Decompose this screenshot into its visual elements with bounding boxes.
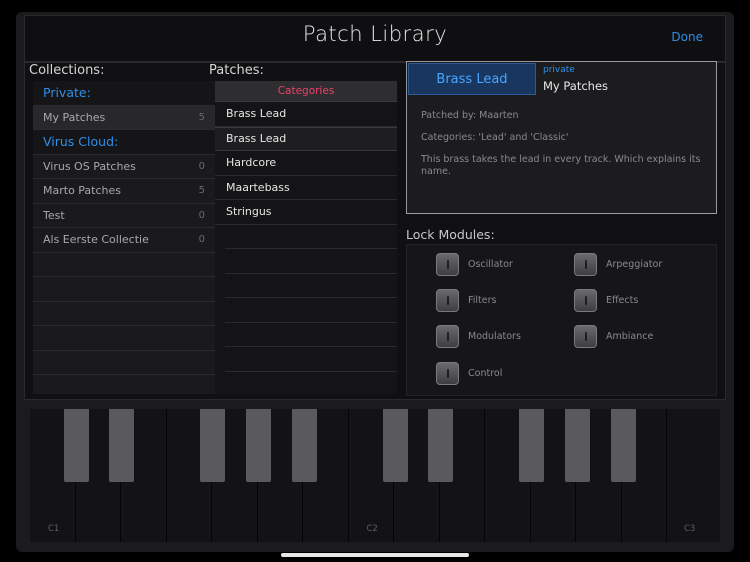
patch-name-button[interactable]: Brass Lead xyxy=(408,63,536,95)
lock-label: Control xyxy=(468,368,503,379)
collections-list: Private: My Patches 5 Virus Cloud: Virus… xyxy=(33,81,215,400)
lock-knob-icon xyxy=(436,362,459,385)
collection-count: 0 xyxy=(198,160,205,172)
collection-item-my-patches[interactable]: My Patches 5 xyxy=(33,105,215,130)
black-key[interactable] xyxy=(246,409,271,482)
visibility-label: private xyxy=(543,65,575,75)
lock-knob-icon xyxy=(436,325,459,348)
patches-heading: Patches: xyxy=(209,63,264,78)
empty-row xyxy=(33,277,215,302)
collection-count: 5 xyxy=(198,185,205,197)
lock-knob-icon xyxy=(436,289,459,312)
collection-item-als-eerste-collectie[interactable]: Als Eerste Collectie 0 xyxy=(33,228,215,253)
lock-label: Ambiance xyxy=(606,331,654,342)
patch-library-window: Patch Library Done Collections: Patches:… xyxy=(16,12,734,552)
piano-keyboard: C1 C2 C3 xyxy=(30,409,720,542)
patch-categories: Categories: 'Lead' and 'Classic' xyxy=(421,132,569,143)
black-key[interactable] xyxy=(611,409,636,482)
patches-list: Categories Brass Lead Brass Lead Hardcor… xyxy=(215,81,397,394)
collection-item-virus-os-patches[interactable]: Virus OS Patches 0 xyxy=(33,155,215,179)
black-key[interactable] xyxy=(565,409,590,482)
collection-count: 0 xyxy=(198,234,205,246)
collection-label: Als Eerste Collectie xyxy=(43,233,149,247)
lock-modules-heading: Lock Modules: xyxy=(406,227,495,242)
patch-description: This brass takes the lead in every track… xyxy=(421,154,701,177)
patch-item-selected[interactable]: Brass Lead xyxy=(215,126,397,151)
black-key[interactable] xyxy=(200,409,225,482)
white-key[interactable]: C3 xyxy=(667,409,720,542)
done-button[interactable]: Done xyxy=(671,30,703,44)
lock-label: Oscillator xyxy=(468,259,513,270)
empty-row xyxy=(33,302,215,326)
collection-label: Marto Patches xyxy=(43,184,122,198)
lock-knob-icon xyxy=(574,253,597,276)
lock-ambiance-toggle[interactable]: Ambiance xyxy=(574,325,653,348)
empty-row xyxy=(225,323,397,347)
empty-row xyxy=(225,274,397,298)
black-key[interactable] xyxy=(383,409,408,482)
note-label-c1: C1 xyxy=(48,524,60,534)
collection-label: Test xyxy=(43,208,65,222)
collection-item-marto-patches[interactable]: Marto Patches 5 xyxy=(33,179,215,204)
lock-knob-icon xyxy=(574,325,597,348)
lock-oscillator-toggle[interactable]: Oscillator xyxy=(436,253,513,276)
patched-by: Patched by: Maarten xyxy=(421,110,519,121)
empty-row xyxy=(33,375,215,400)
black-key[interactable] xyxy=(64,409,89,482)
note-label-c3: C3 xyxy=(684,524,696,534)
lock-effects-toggle[interactable]: Effects xyxy=(574,289,638,312)
categories-button[interactable]: Categories xyxy=(215,81,397,102)
collection-label: My Patches xyxy=(43,110,106,124)
empty-row xyxy=(225,298,397,323)
lock-control-toggle[interactable]: Control xyxy=(436,362,502,385)
patch-detail-panel: Brass Lead private My Patches Patched by… xyxy=(406,61,717,214)
collection-count: 0 xyxy=(198,209,205,221)
home-indicator[interactable] xyxy=(281,553,469,557)
black-key[interactable] xyxy=(428,409,453,482)
empty-row xyxy=(225,249,397,274)
empty-row xyxy=(33,253,215,277)
library-panel: Collections: Patches: Private: My Patche… xyxy=(24,61,726,400)
patch-item[interactable]: Stringus xyxy=(215,200,397,225)
patch-item[interactable]: Brass Lead xyxy=(215,102,397,127)
private-section-header: Private: xyxy=(33,81,215,106)
patch-item[interactable]: Hardcore xyxy=(215,151,397,176)
lock-filters-toggle[interactable]: Filters xyxy=(436,289,496,312)
empty-row xyxy=(33,326,215,351)
collection-name: My Patches xyxy=(543,79,609,93)
collection-item-test[interactable]: Test 0 xyxy=(33,204,215,228)
cloud-section-header: Virus Cloud: xyxy=(33,130,215,155)
lock-label: Filters xyxy=(468,295,497,306)
lock-modules-panel: Oscillator Arpeggiator Filters Effects M… xyxy=(406,244,717,396)
title-bar: Patch Library Done xyxy=(24,15,726,62)
collection-count: 5 xyxy=(198,111,205,123)
lock-modulators-toggle[interactable]: Modulators xyxy=(436,325,521,348)
lock-label: Arpeggiator xyxy=(606,259,663,270)
collection-label: Virus OS Patches xyxy=(43,159,136,173)
empty-row xyxy=(225,225,397,249)
black-key[interactable] xyxy=(292,409,317,482)
lock-arpeggiator-toggle[interactable]: Arpeggiator xyxy=(574,253,662,276)
lock-knob-icon xyxy=(574,289,597,312)
empty-row xyxy=(33,351,215,375)
black-key[interactable] xyxy=(109,409,134,482)
lock-label: Effects xyxy=(606,295,639,306)
lock-label: Modulators xyxy=(468,331,521,342)
lock-knob-icon xyxy=(436,253,459,276)
patch-item[interactable]: Maartebass xyxy=(215,176,397,200)
page-title: Patch Library xyxy=(302,22,448,46)
note-label-c2: C2 xyxy=(366,524,378,534)
collections-heading: Collections: xyxy=(29,63,105,78)
empty-row xyxy=(225,347,397,372)
black-key[interactable] xyxy=(519,409,544,482)
